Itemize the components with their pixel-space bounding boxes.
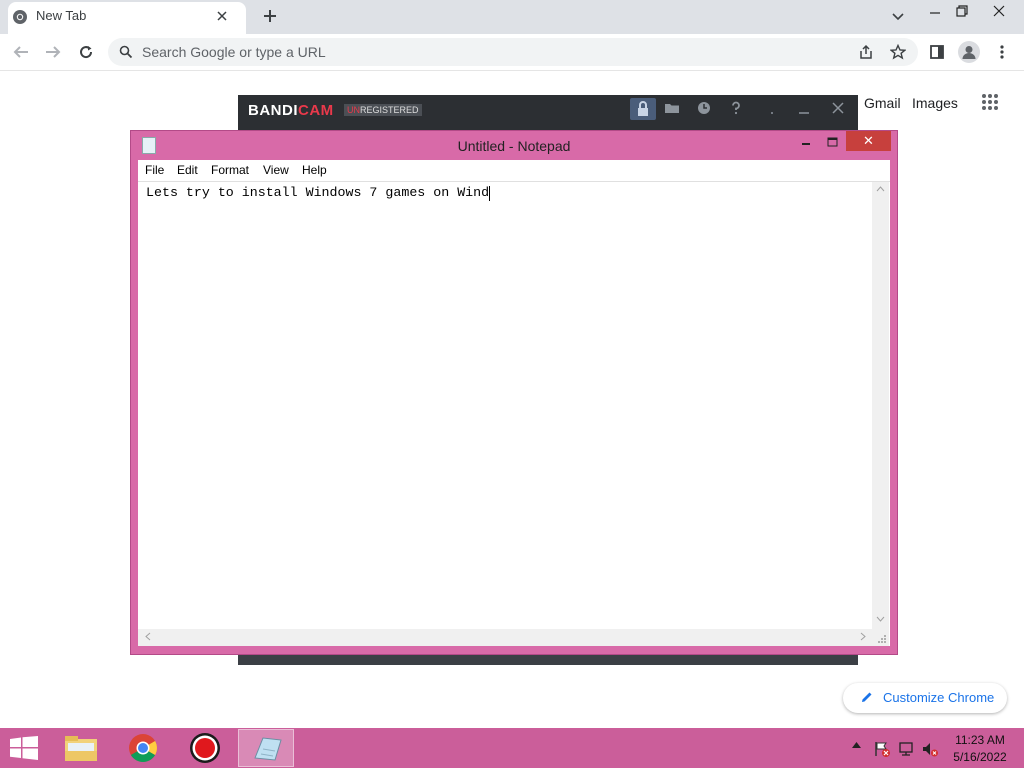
pencil-icon [860, 690, 874, 704]
minimize-icon[interactable] [928, 6, 942, 20]
network-icon[interactable] [898, 740, 916, 758]
bandicam-logo-part: BANDI [248, 102, 298, 119]
google-apps-icon[interactable] [981, 93, 999, 111]
volume-muted-icon[interactable] [921, 740, 939, 758]
back-arrow-icon[interactable] [12, 44, 30, 60]
notepad-icon[interactable] [238, 729, 294, 767]
action-center-flag-icon[interactable] [873, 740, 891, 758]
menu-help[interactable]: Help [302, 163, 327, 177]
images-link[interactable]: Images [912, 95, 958, 111]
notepad-menubar [138, 160, 890, 182]
plus-icon[interactable] [262, 8, 278, 24]
menu-view[interactable]: View [263, 163, 289, 177]
vertical-scrollbar[interactable] [872, 182, 889, 629]
notepad-content[interactable]: Lets try to install Windows 7 games on W… [146, 185, 489, 200]
scroll-left-icon[interactable] [145, 632, 151, 641]
reload-icon[interactable] [78, 44, 94, 60]
close-icon[interactable] [214, 8, 230, 24]
minimize-icon[interactable] [796, 100, 814, 118]
chrome-icon[interactable] [115, 729, 171, 767]
forward-arrow-icon[interactable] [44, 44, 62, 60]
text-caret [489, 186, 490, 201]
notepad-text-area[interactable] [138, 182, 890, 646]
side-panel-icon[interactable] [929, 44, 945, 60]
close-icon[interactable] [830, 100, 848, 118]
notepad-title: Untitled - Notepad [457, 138, 571, 154]
restore-icon[interactable] [955, 4, 969, 18]
more-options-icon[interactable] [999, 44, 1005, 60]
menu-edit[interactable]: Edit [177, 163, 198, 177]
scroll-right-icon[interactable] [860, 632, 866, 641]
chrome-icon [12, 9, 28, 25]
bandicam-toolbar [622, 96, 852, 122]
resize-grip-icon[interactable] [872, 629, 889, 646]
menu-format[interactable]: Format [211, 163, 249, 177]
customize-chrome-label[interactable]: Customize Chrome [883, 690, 994, 705]
clock-icon[interactable] [696, 100, 714, 118]
collapse-icon[interactable] [764, 100, 782, 118]
lock-icon[interactable] [630, 98, 656, 120]
horizontal-scrollbar[interactable] [138, 629, 872, 646]
address-placeholder[interactable]: Search Google or type a URL [142, 44, 326, 60]
unregistered-badge: UNREGISTERED [344, 104, 422, 116]
minimize-icon[interactable] [800, 137, 814, 151]
badge-part: UN [347, 105, 360, 115]
maximize-icon[interactable] [826, 135, 840, 149]
share-icon[interactable] [858, 44, 874, 60]
help-icon[interactable] [728, 100, 746, 118]
bandicam-record-icon[interactable] [177, 729, 233, 767]
show-hidden-icons-icon[interactable] [852, 742, 861, 748]
bookmark-star-icon[interactable] [890, 44, 906, 60]
file-explorer-icon[interactable] [54, 729, 110, 767]
scroll-up-icon[interactable] [876, 186, 885, 192]
profile-avatar-icon[interactable] [958, 41, 980, 63]
close-icon[interactable] [992, 4, 1006, 18]
bandicam-logo-part: CAM [298, 102, 334, 119]
clock-time[interactable]: 11:23 AM [940, 733, 1020, 747]
badge-part: REGISTERED [360, 105, 419, 115]
scroll-down-icon[interactable] [876, 616, 885, 622]
folder-icon[interactable] [664, 100, 682, 118]
windows-start-icon[interactable] [10, 736, 38, 760]
close-button[interactable]: ✕ [846, 131, 891, 151]
search-icon [119, 45, 133, 59]
chevron-down-icon[interactable] [891, 10, 905, 24]
bandicam-logo: BANDICAM [248, 102, 334, 119]
gmail-link[interactable]: Gmail [864, 95, 901, 111]
menu-file[interactable]: File [145, 163, 164, 177]
clock-date[interactable]: 5/16/2022 [940, 750, 1020, 764]
tab-title: New Tab [36, 8, 87, 23]
